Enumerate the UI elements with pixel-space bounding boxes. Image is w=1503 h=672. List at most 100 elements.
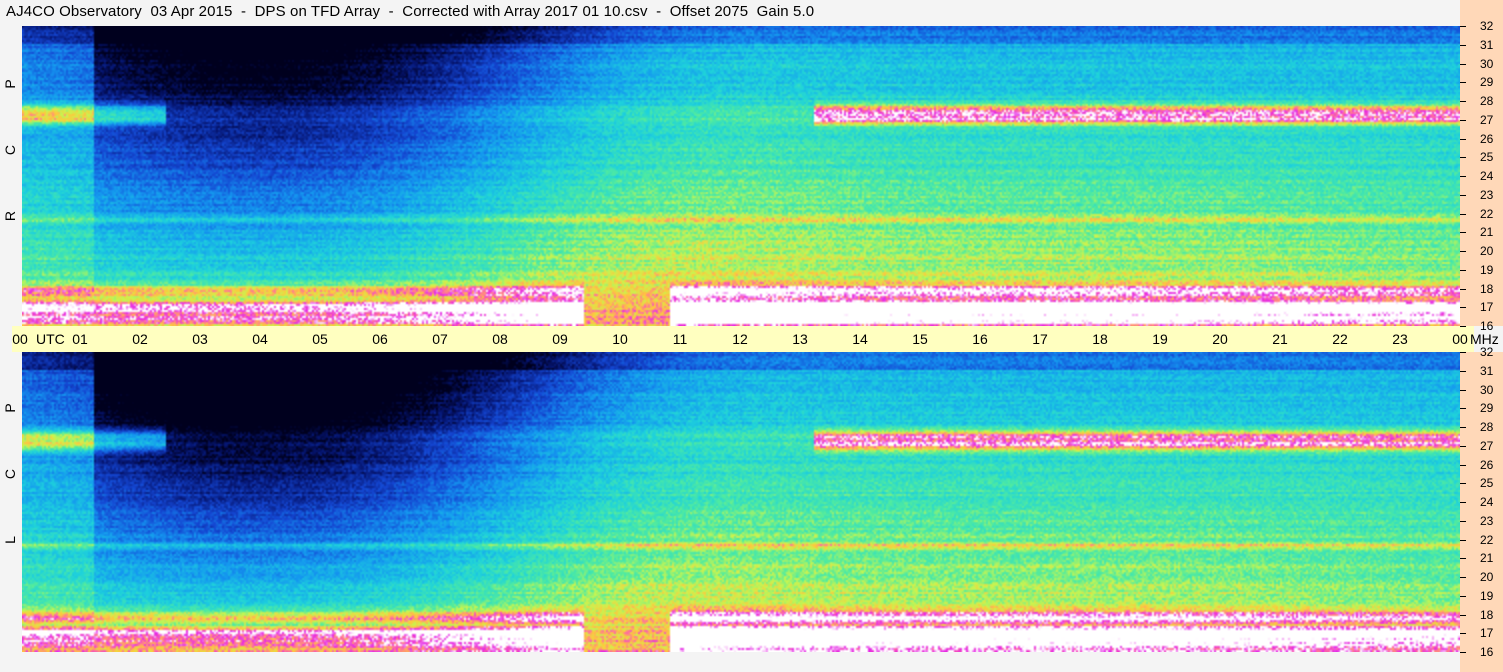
mhz-tick-mark — [1460, 464, 1466, 466]
utc-hour-label: 08 — [492, 331, 508, 347]
utc-hour-label: 04 — [252, 331, 268, 347]
mhz-tick-label: 19 — [1480, 262, 1494, 277]
mhz-tick-mark — [1460, 82, 1466, 84]
spectrogram-rcp — [22, 26, 1460, 326]
mhz-tick-mark — [1460, 408, 1466, 410]
utc-hour-label: 07 — [432, 331, 448, 347]
mhz-tick-mark — [1460, 483, 1466, 485]
mhz-tick-label: 20 — [1480, 244, 1494, 258]
utc-hour-label: 22 — [1332, 331, 1348, 347]
side-label-letter: P — [2, 79, 18, 89]
side-label-letter: L — [2, 536, 18, 544]
mhz-tick-label: 25 — [1480, 476, 1494, 491]
utc-hour-label: 20 — [1212, 331, 1228, 347]
mhz-tick-mark — [1460, 44, 1466, 46]
mhz-scale-bottom: 32 31 30 29 28 27 26 25 24 23 22 21 20 19 18 17 16 — [1460, 345, 1503, 672]
utc-hour-label: 12 — [732, 331, 748, 347]
mhz-tick-label: 28 — [1480, 420, 1494, 434]
mhz-tick-mark — [1460, 502, 1466, 503]
utc-hour-label: 02 — [132, 331, 148, 347]
mhz-tick-mark — [1460, 558, 1466, 560]
mhz-tick-label: 30 — [1480, 56, 1494, 71]
utc-hour-label: 00 — [1452, 331, 1468, 347]
mhz-tick-label: 30 — [1480, 382, 1494, 397]
mhz-tick-label: 22 — [1480, 532, 1494, 547]
mhz-tick-label: 24 — [1480, 169, 1494, 183]
mhz-tick-label: 16 — [1480, 319, 1494, 333]
utc-hour-label: 09 — [552, 331, 568, 347]
mhz-tick-mark — [1460, 326, 1466, 327]
utc-hour-label: 23 — [1392, 331, 1408, 347]
mhz-tick-label: 20 — [1480, 570, 1494, 584]
mhz-tick-label: 21 — [1480, 551, 1494, 566]
mhz-scale-top: 32 31 30 29 28 27 26 25 24 23 22 21 20 19 18 17 16 — [1460, 0, 1503, 333]
mhz-tick-mark — [1460, 63, 1466, 65]
mhz-tick-mark — [1460, 577, 1466, 578]
mhz-tick-mark — [1460, 213, 1466, 215]
utc-hour-label: 13 — [792, 331, 808, 347]
mhz-tick-mark — [1460, 633, 1466, 635]
mhz-tick-label: 19 — [1480, 588, 1494, 603]
mhz-tick-label: 32 — [1480, 345, 1494, 359]
mhz-tick-mark — [1460, 138, 1466, 140]
utc-hour-label: 15 — [912, 331, 928, 347]
mhz-tick-label: 28 — [1480, 94, 1494, 108]
mhz-tick-label: 29 — [1480, 401, 1494, 416]
mhz-tick-mark — [1460, 157, 1466, 159]
mhz-tick-mark — [1460, 652, 1466, 653]
mhz-tick-label: 17 — [1480, 300, 1494, 315]
mhz-tick-label: 31 — [1480, 37, 1494, 52]
mhz-tick-mark — [1460, 176, 1466, 177]
utc-hour-label: 14 — [852, 331, 868, 347]
utc-hour-label: 17 — [1032, 331, 1048, 347]
side-label-letter: C — [2, 144, 18, 156]
side-label-letter: P — [2, 403, 18, 413]
mhz-tick-label: 23 — [1480, 513, 1494, 528]
utc-unit-label: UTC — [36, 331, 65, 347]
utc-hour-label: 06 — [372, 331, 388, 347]
side-label-letter: R — [2, 210, 18, 222]
page-title: AJ4CO Observatory 03 Apr 2015 - DPS on T… — [6, 3, 815, 20]
utc-hour-label: 11 — [672, 331, 688, 347]
mhz-tick-mark — [1460, 232, 1466, 234]
mhz-tick-label: 29 — [1480, 75, 1494, 90]
utc-hour-label: 03 — [192, 331, 208, 347]
mhz-tick-mark — [1460, 520, 1466, 522]
side-label-letter: C — [2, 468, 18, 480]
spectrogram-lcp-canvas — [22, 352, 1460, 652]
mhz-tick-label: 27 — [1480, 112, 1494, 127]
mhz-tick-label: 22 — [1480, 206, 1494, 221]
mhz-tick-mark — [1460, 26, 1466, 27]
mhz-tick-label: 23 — [1480, 187, 1494, 202]
spectrogram-lcp — [22, 352, 1460, 652]
mhz-tick-label: 18 — [1480, 607, 1494, 622]
mhz-tick-mark — [1460, 307, 1466, 309]
mhz-tick-label: 17 — [1480, 626, 1494, 641]
mhz-tick-label: 21 — [1480, 225, 1494, 240]
utc-hour-label: 10 — [612, 331, 628, 347]
mhz-tick-label: 26 — [1480, 131, 1494, 146]
mhz-tick-mark — [1460, 614, 1466, 616]
utc-time-axis: 00 01 02 03 04 05 06 07 08 09 10 11 12 13 14 15 16 17 18 19… — [12, 326, 1499, 352]
mhz-tick-mark — [1460, 445, 1466, 447]
mhz-tick-mark — [1460, 427, 1466, 428]
utc-hour-label: 18 — [1092, 331, 1108, 347]
mhz-tick-mark — [1460, 269, 1466, 271]
mhz-tick-mark — [1460, 251, 1466, 252]
mhz-tick-mark — [1460, 389, 1466, 391]
utc-hour-label: 01 — [72, 331, 88, 347]
mhz-tick-mark — [1460, 595, 1466, 597]
utc-hour-label: 19 — [1152, 331, 1168, 347]
utc-hour-label: 21 — [1272, 331, 1288, 347]
utc-hour-label: 16 — [972, 331, 988, 347]
mhz-tick-label: 16 — [1480, 645, 1494, 659]
mhz-tick-mark — [1460, 370, 1466, 372]
mhz-tick-mark — [1460, 101, 1466, 102]
mhz-tick-label: 27 — [1480, 438, 1494, 453]
utc-hour-label: 05 — [312, 331, 328, 347]
mhz-tick-mark — [1460, 194, 1466, 196]
mhz-tick-label: 26 — [1480, 457, 1494, 472]
mhz-tick-mark — [1460, 119, 1466, 121]
mhz-tick-label: 18 — [1480, 281, 1494, 296]
mhz-tick-mark — [1460, 539, 1466, 541]
